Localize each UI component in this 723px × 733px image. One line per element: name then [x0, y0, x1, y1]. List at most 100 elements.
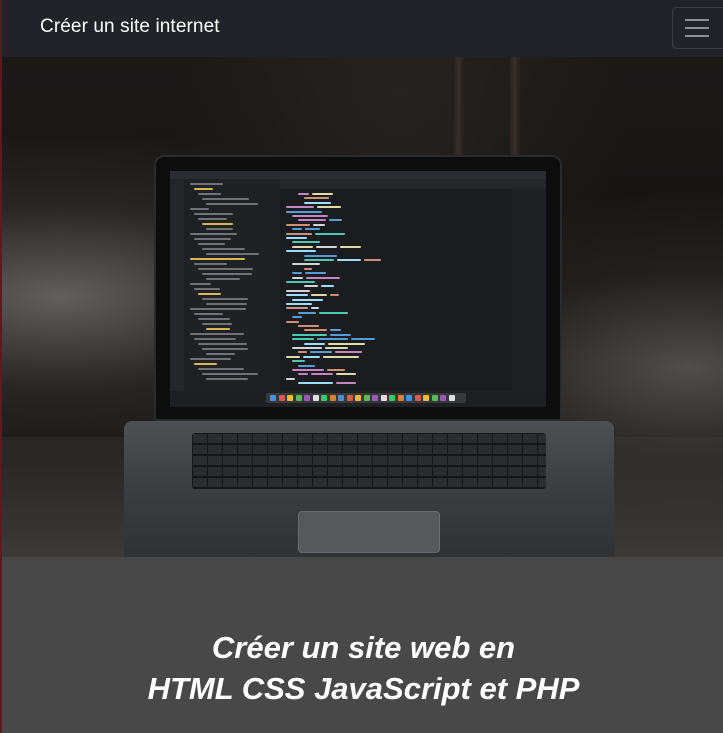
file-tree-item	[202, 348, 248, 350]
code-line	[304, 285, 318, 288]
code-line	[292, 369, 324, 371]
screen-menubar	[170, 171, 546, 179]
code-line	[298, 351, 307, 354]
dock-app-icon	[389, 395, 395, 401]
code-line	[292, 215, 328, 217]
code-line	[286, 377, 295, 380]
file-tree-item	[202, 298, 248, 300]
file-tree-item	[198, 343, 247, 345]
code-line	[292, 333, 327, 336]
file-tree-item	[190, 333, 244, 335]
dock-app-icon	[346, 395, 353, 401]
file-tree-item	[194, 313, 223, 315]
hero-image	[2, 57, 723, 557]
code-line	[327, 369, 345, 371]
file-tree-item	[190, 233, 237, 235]
code-line	[292, 263, 320, 266]
file-tree-item	[190, 308, 246, 310]
code-line	[304, 197, 329, 200]
file-tree-item	[190, 258, 245, 260]
navbar-brand-link[interactable]: Créer un site internet	[40, 16, 220, 38]
file-tree-item	[190, 283, 211, 285]
file-tree-item	[194, 338, 236, 340]
laptop-keyboard	[192, 433, 546, 489]
code-line	[323, 355, 359, 358]
file-tree-item	[206, 328, 230, 330]
screen-editor-tabs	[280, 179, 546, 189]
code-line	[311, 294, 327, 297]
code-line	[319, 311, 348, 314]
code-line	[364, 259, 381, 261]
dock-app-icon	[287, 395, 293, 401]
dock-app-icon	[423, 395, 429, 401]
top-navbar: Créer un site internet	[2, 0, 723, 57]
navbar-toggle-button[interactable]	[672, 7, 723, 49]
laptop-screen	[170, 171, 546, 407]
code-line	[286, 303, 312, 305]
code-line	[292, 276, 303, 279]
code-line	[315, 232, 345, 235]
code-line	[336, 373, 356, 376]
dock-app-icon	[355, 395, 361, 401]
code-line	[292, 316, 302, 319]
file-tree-item	[198, 268, 253, 270]
code-line	[304, 329, 327, 332]
code-line	[292, 298, 323, 301]
file-tree-item	[194, 213, 233, 215]
file-tree-item	[194, 288, 220, 290]
code-line	[335, 351, 362, 354]
file-tree-item	[202, 373, 258, 375]
code-line	[306, 276, 340, 279]
file-tree-item	[202, 223, 233, 225]
code-line	[328, 342, 365, 345]
file-tree-item	[206, 228, 233, 230]
file-tree-item	[194, 263, 227, 265]
dock-app-icon	[448, 395, 455, 401]
file-tree-item	[194, 188, 213, 190]
file-tree-item	[206, 253, 259, 255]
screen-minimap	[512, 189, 546, 391]
code-line	[351, 338, 375, 341]
code-line	[303, 355, 320, 358]
code-line	[305, 228, 320, 231]
code-line	[336, 382, 356, 385]
code-line	[304, 201, 331, 204]
dock-app-icon	[295, 395, 302, 401]
code-line	[330, 294, 339, 297]
dock-app-icon	[440, 395, 446, 401]
file-tree-item	[190, 208, 209, 210]
file-tree-item	[206, 303, 247, 305]
code-line	[286, 281, 315, 283]
code-line	[329, 219, 342, 222]
dock-app-icon	[321, 395, 327, 401]
headline-section: Créer un site web en HTML CSS JavaScript…	[2, 557, 723, 733]
file-tree-item	[198, 293, 221, 295]
headline-line-1: Créer un site web en	[211, 630, 516, 665]
code-line	[286, 307, 308, 310]
code-line	[286, 232, 312, 235]
laptop-lid	[154, 155, 562, 421]
file-tree-item	[206, 353, 235, 355]
file-tree-item	[198, 193, 221, 195]
code-line	[304, 342, 325, 345]
laptop-trackpad	[298, 511, 440, 553]
code-line	[298, 373, 308, 376]
code-line	[286, 206, 314, 209]
file-tree-item	[202, 323, 232, 325]
code-line	[292, 338, 314, 341]
dock-app-icon	[380, 395, 387, 401]
code-line	[304, 259, 334, 261]
page: Créer un site internet Créer un site web…	[0, 0, 723, 733]
dock-app-icon	[304, 395, 310, 401]
code-line	[286, 355, 300, 358]
code-line	[292, 360, 305, 363]
code-line	[321, 285, 334, 288]
code-line	[325, 347, 348, 349]
code-line	[317, 206, 341, 209]
code-line	[286, 223, 310, 226]
code-line	[286, 320, 299, 323]
dock-app-icon	[312, 395, 319, 401]
file-tree-item	[194, 363, 217, 365]
code-line	[298, 382, 333, 385]
file-tree-item	[190, 183, 223, 185]
